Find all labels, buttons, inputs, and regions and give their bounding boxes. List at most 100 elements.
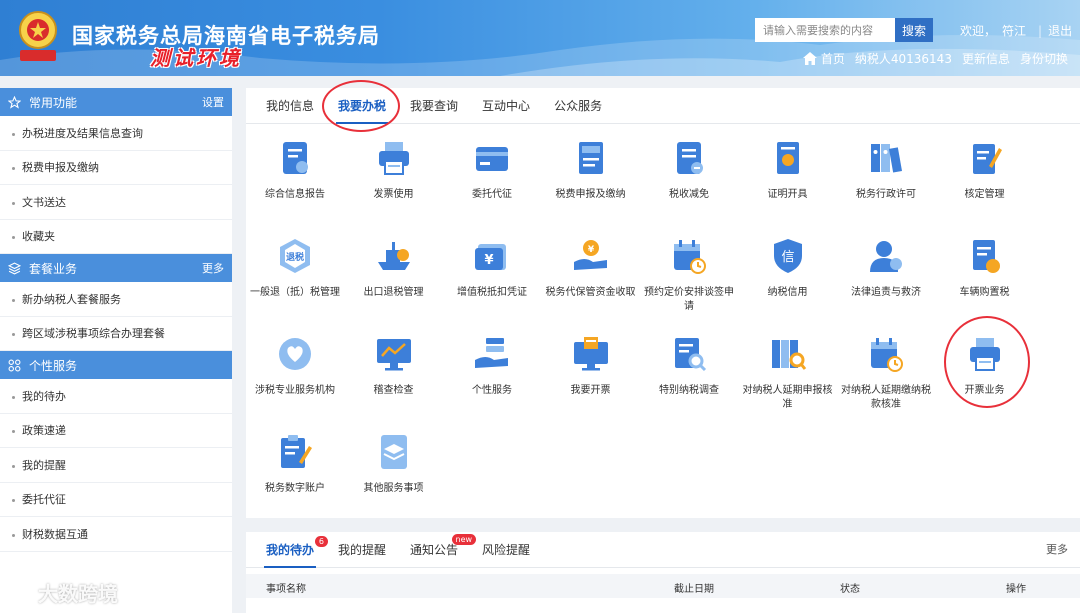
service-label: 税收减免	[669, 189, 709, 200]
service-item[interactable]: 委托代征	[443, 138, 541, 202]
service-label: 出口退税管理	[363, 287, 424, 298]
service-item[interactable]: 税收减免	[640, 138, 738, 202]
tab-query[interactable]: 我要查询	[398, 88, 470, 123]
hand-list-icon	[475, 338, 508, 368]
card-icon	[476, 147, 508, 171]
service-label: 综合信息报告	[265, 189, 325, 200]
invoice-monitor-icon	[573, 337, 608, 371]
tab-my-reminders[interactable]: 我的提醒	[326, 532, 398, 567]
service-item[interactable]: 法律追责与救济	[837, 236, 935, 300]
calendar-clock-icon	[674, 240, 706, 274]
tab-announcements[interactable]: 通知公告 new	[398, 532, 477, 567]
more-link[interactable]: 更多	[202, 260, 224, 276]
logout-link[interactable]: 退出	[1048, 24, 1072, 38]
sidebar-item-new-taxpayer[interactable]: 新办纳税人套餐服务	[0, 282, 232, 317]
search-button[interactable]: 搜索	[895, 18, 933, 42]
service-label: 特别纳税调查	[659, 385, 719, 396]
service-item[interactable]: 对纳税人延期缴纳税款核准	[837, 334, 935, 412]
search-doc-icon	[675, 338, 707, 372]
column-header: 事项名称	[266, 584, 306, 595]
certificate-icon	[776, 142, 799, 174]
service-label: 稽查检查	[373, 385, 414, 396]
service-label: 增值税抵扣凭证	[457, 287, 527, 298]
service-item[interactable]: 信纳税信用	[739, 236, 837, 300]
service-item[interactable]: 涉税专业服务机构	[246, 334, 344, 398]
service-item[interactable]: 税务行政许可	[837, 138, 935, 202]
svg-text:信: 信	[781, 250, 794, 265]
service-label: 涉税专业服务机构	[255, 385, 335, 396]
service-label: 税费申报及缴纳	[555, 189, 626, 200]
service-label: 委托代征	[472, 189, 512, 200]
tab-interaction[interactable]: 互动中心	[470, 88, 542, 123]
refund-icon: 退税	[280, 239, 310, 273]
service-label: 法律追责与救济	[851, 287, 921, 298]
sidebar-item-entrusted[interactable]: 委托代征	[0, 483, 232, 517]
column-header: 截止日期	[674, 584, 714, 595]
tab-label: 通知公告	[410, 543, 459, 557]
sidebar-item-cross-region[interactable]: 跨区域涉税事项综合办理套餐	[0, 317, 232, 351]
update-info-link[interactable]: 更新信息	[962, 50, 1010, 67]
sidebar-item-policy[interactable]: 政策速递	[0, 414, 232, 448]
calendar-clock-icon	[871, 338, 903, 372]
tab-my-todo[interactable]: 我的待办 6	[254, 532, 329, 568]
sidebar-item-document-delivery[interactable]: 文书送达	[0, 185, 232, 220]
sidebar-section-personal[interactable]: 个性服务	[0, 351, 232, 379]
service-label: 开票业务	[964, 385, 1005, 396]
service-item[interactable]: 税费申报及缴纳	[542, 138, 640, 202]
service-item[interactable]: 发票使用	[345, 138, 443, 202]
service-item[interactable]: 退税 一般退（抵）税管理	[246, 236, 344, 300]
binders-icon	[871, 144, 903, 173]
table-header: 事项名称 截止日期 状态 操作	[246, 574, 1080, 598]
sidebar-section-package[interactable]: 套餐业务 更多	[0, 254, 232, 282]
service-item[interactable]: 个性服务	[443, 334, 541, 398]
service-item[interactable]: 出口退税管理	[345, 236, 443, 300]
switch-identity-link[interactable]: 身份切换	[1020, 50, 1068, 67]
service-panel: 我的信息 我要办税 我要查询 互动中心 公众服务 综合信息报告 发票使用 委托代征税…	[246, 80, 1080, 518]
tab-risk-alerts[interactable]: 风险提醒	[470, 532, 542, 567]
sidebar-section-common[interactable]: 常用功能 设置	[0, 88, 232, 116]
sidebar-item-favorites[interactable]: 收藏夹	[0, 220, 232, 254]
ship-icon	[377, 242, 410, 270]
service-item[interactable]: 车辆购置税	[936, 236, 1034, 300]
service-label: 发票使用	[373, 189, 414, 200]
welcome-text: 欢迎，	[960, 24, 997, 38]
home-link[interactable]: 首页	[802, 50, 845, 67]
service-item[interactable]: 特别纳税调查	[640, 334, 738, 398]
sidebar-item-data-exchange[interactable]: 财税数据互通	[0, 517, 232, 552]
tab-label: 风险提醒	[482, 543, 531, 557]
section-title: 常用功能	[29, 95, 78, 110]
taxpayer-id[interactable]: 纳税人40136143	[855, 50, 952, 67]
service-label: 税务数字账户	[265, 483, 325, 494]
service-item[interactable]: ¥ 增值税抵扣凭证	[443, 236, 541, 300]
service-item[interactable]: 稽查检查	[345, 334, 443, 398]
service-label: 预约定价安排谈签申请	[644, 287, 734, 312]
service-item[interactable]: ¥ 税务代保管资金收取	[542, 236, 640, 300]
service-item[interactable]: 综合信息报告	[246, 138, 344, 202]
service-item[interactable]: 核定管理	[936, 138, 1034, 202]
todo-panel: 我的待办 6 我的提醒 通知公告 new 风险提醒 更多 事项名称 截止日期 状…	[246, 532, 1080, 613]
sidebar-item-progress-query[interactable]: 办税进度及结果信息查询	[0, 116, 232, 151]
service-label: 其他服务事项	[363, 483, 424, 494]
voucher-icon: ¥	[475, 244, 506, 270]
tab-my-info[interactable]: 我的信息	[254, 88, 326, 123]
service-item[interactable]: 税务数字账户	[246, 432, 344, 496]
section-title: 个性服务	[29, 358, 78, 373]
user-name[interactable]: 符江	[1002, 24, 1026, 38]
service-label: 个性服务	[472, 385, 512, 396]
service-item[interactable]: 预约定价安排谈签申请	[640, 236, 738, 314]
settings-link[interactable]: 设置	[202, 94, 224, 110]
service-item[interactable]: 其他服务事项	[345, 432, 443, 496]
sidebar-item-todo[interactable]: 我的待办	[0, 379, 232, 414]
site-header: 国家税务总局海南省电子税务局 测试环境 搜索 欢迎，符江|退出 首页 纳税人40…	[0, 0, 1080, 76]
grid-icon	[8, 359, 21, 371]
service-item[interactable]: 对纳税人延期申报核准	[739, 334, 837, 412]
tab-tax-handling[interactable]: 我要办税	[326, 88, 398, 124]
more-link[interactable]: 更多	[1046, 532, 1068, 568]
service-item[interactable]: 开票业务	[936, 334, 1034, 398]
search-input[interactable]	[755, 18, 895, 42]
service-item[interactable]: 我要开票	[542, 334, 640, 398]
tab-public-service[interactable]: 公众服务	[542, 88, 614, 123]
sidebar-item-reminders[interactable]: 我的提醒	[0, 448, 232, 483]
service-item[interactable]: 证明开具	[739, 138, 837, 202]
sidebar-item-tax-declare[interactable]: 税费申报及缴纳	[0, 151, 232, 185]
